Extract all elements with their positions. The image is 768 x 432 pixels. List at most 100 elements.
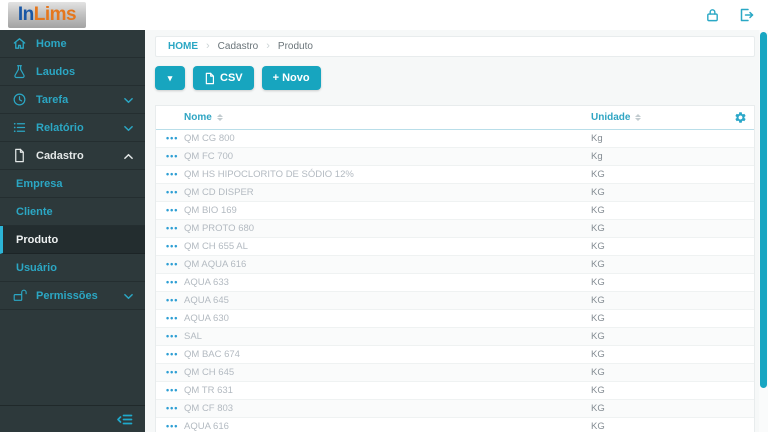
row-actions-icon[interactable]: •••: [166, 418, 178, 432]
sidebar-item-label: Usuário: [16, 261, 57, 274]
cell-nome: QM FC 700: [184, 151, 234, 162]
sidebar-item-produto[interactable]: Produto: [0, 226, 145, 254]
scrollbar-track[interactable]: [759, 30, 768, 432]
sidebar-item-laudos[interactable]: Laudos: [0, 58, 145, 86]
list-icon: [12, 120, 27, 135]
cell-nome: QM BIO 169: [184, 205, 237, 216]
breadcrumb-cadastro[interactable]: Cadastro: [218, 41, 259, 52]
row-actions-icon[interactable]: •••: [166, 292, 178, 309]
row-actions-icon[interactable]: •••: [166, 400, 178, 417]
breadcrumb-separator-icon: ›: [266, 40, 270, 52]
novo-button-label: + Novo: [272, 72, 310, 84]
cell-nome: AQUA 645: [184, 295, 229, 306]
row-actions-icon[interactable]: •••: [166, 184, 178, 201]
sidebar-item-label: Tarefa: [36, 93, 69, 106]
table-row[interactable]: ••• QM CG 800 Kg: [156, 130, 754, 148]
table-row[interactable]: ••• QM CH 655 AL KG: [156, 238, 754, 256]
row-actions-icon[interactable]: •••: [166, 364, 178, 381]
sidebar: Home Laudos Tarefa Relatório Cadastro Em…: [0, 30, 145, 432]
table-row[interactable]: ••• QM PROTO 680 KG: [156, 220, 754, 238]
cell-unidade: KG: [591, 313, 605, 324]
cell-nome: QM CD DISPER: [184, 187, 254, 198]
row-actions-icon[interactable]: •••: [166, 238, 178, 255]
sidebar-item-usuario[interactable]: Usuário: [0, 254, 145, 282]
row-actions-icon[interactable]: •••: [166, 220, 178, 237]
sidebar-item-label: Relatório: [36, 121, 84, 134]
table-row[interactable]: ••• AQUA 633 KG: [156, 274, 754, 292]
breadcrumb: HOME › Cadastro › Produto: [155, 36, 755, 57]
novo-button[interactable]: + Novo: [261, 66, 321, 90]
row-actions-icon[interactable]: •••: [166, 202, 178, 219]
sidebar-item-label: Home: [36, 37, 67, 50]
cell-unidade: KG: [591, 421, 605, 432]
cell-unidade: KG: [591, 331, 605, 342]
sidebar-item-permissoes[interactable]: Permissões: [0, 282, 145, 310]
sidebar-item-cadastro[interactable]: Cadastro: [0, 142, 145, 170]
row-actions-icon[interactable]: •••: [166, 274, 178, 291]
table-row[interactable]: ••• SAL KG: [156, 328, 754, 346]
cell-nome: AQUA 616: [184, 421, 229, 432]
table-row[interactable]: ••• AQUA 616 KG: [156, 418, 754, 432]
scrollbar-thumb[interactable]: [760, 32, 767, 388]
lock-icon[interactable]: [705, 7, 720, 23]
table-row[interactable]: ••• QM HS HIPOCLORITO DE SÓDIO 12% KG: [156, 166, 754, 184]
table-row[interactable]: ••• QM FC 700 Kg: [156, 148, 754, 166]
cell-nome: SAL: [184, 331, 202, 342]
breadcrumb-home-link[interactable]: HOME: [168, 41, 198, 52]
sidebar-item-home[interactable]: Home: [0, 30, 145, 58]
column-header-nome[interactable]: Nome: [184, 106, 223, 129]
logout-icon[interactable]: [738, 7, 754, 23]
table-row[interactable]: ••• QM CH 645 KG: [156, 364, 754, 382]
clock-icon: [12, 92, 27, 107]
cell-nome: AQUA 630: [184, 313, 229, 324]
table-row[interactable]: ••• AQUA 630 KG: [156, 310, 754, 328]
row-actions-icon[interactable]: •••: [166, 130, 178, 147]
collapse-sidebar-icon[interactable]: [116, 413, 133, 426]
row-actions-icon[interactable]: •••: [166, 310, 178, 327]
row-actions-icon[interactable]: •••: [166, 166, 178, 183]
sidebar-footer: [0, 405, 145, 432]
table-row[interactable]: ••• QM CD DISPER KG: [156, 184, 754, 202]
breadcrumb-separator-icon: ›: [206, 40, 210, 52]
cell-nome: QM TR 631: [184, 385, 233, 396]
sidebar-item-relatorio[interactable]: Relatório: [0, 114, 145, 142]
cell-nome: QM PROTO 680: [184, 223, 255, 234]
table-row[interactable]: ••• QM CF 803 KG: [156, 400, 754, 418]
cell-nome: QM HS HIPOCLORITO DE SÓDIO 12%: [184, 169, 354, 180]
row-actions-icon[interactable]: •••: [166, 328, 178, 345]
csv-file-icon: [204, 72, 215, 85]
column-header-unidade[interactable]: Unidade: [591, 106, 642, 129]
table-header: Nome Unidade: [156, 106, 754, 130]
cell-unidade: KG: [591, 349, 605, 360]
sidebar-item-tarefa[interactable]: Tarefa: [0, 86, 145, 114]
home-icon: [12, 36, 27, 51]
table-row[interactable]: ••• AQUA 645 KG: [156, 292, 754, 310]
sidebar-item-empresa[interactable]: Empresa: [0, 170, 145, 198]
flask-icon: [12, 64, 27, 79]
cell-nome: QM CF 803: [184, 403, 234, 414]
cell-unidade: Kg: [591, 133, 603, 144]
cell-unidade: KG: [591, 277, 605, 288]
table-body: ••• QM CG 800 Kg ••• QM FC 700 Kg ••• QM…: [156, 130, 754, 432]
cell-nome: QM CG 800: [184, 133, 235, 144]
cell-nome: QM CH 645: [184, 367, 235, 378]
app-logo[interactable]: In Lims: [8, 2, 86, 28]
dropdown-button[interactable]: ▾: [155, 66, 185, 90]
products-table: Nome Unidade ••• QM CG 800 Kg ••• QM FC …: [155, 105, 755, 432]
row-actions-icon[interactable]: •••: [166, 382, 178, 399]
row-actions-icon[interactable]: •••: [166, 346, 178, 363]
table-row[interactable]: ••• QM AQUA 616 KG: [156, 256, 754, 274]
table-row[interactable]: ••• QM BAC 674 KG: [156, 346, 754, 364]
cell-nome: QM AQUA 616: [184, 259, 247, 270]
chevron-down-icon: [123, 96, 134, 105]
logo-text-lims: Lims: [33, 4, 77, 25]
table-row[interactable]: ••• QM BIO 169 KG: [156, 202, 754, 220]
row-actions-icon[interactable]: •••: [166, 148, 178, 165]
row-actions-icon[interactable]: •••: [166, 256, 178, 273]
chevron-down-icon: [123, 124, 134, 133]
caret-down-icon: ▾: [167, 72, 173, 83]
sidebar-item-cliente[interactable]: Cliente: [0, 198, 145, 226]
table-row[interactable]: ••• QM TR 631 KG: [156, 382, 754, 400]
csv-export-button[interactable]: CSV: [193, 66, 254, 90]
gear-icon[interactable]: [734, 111, 747, 124]
